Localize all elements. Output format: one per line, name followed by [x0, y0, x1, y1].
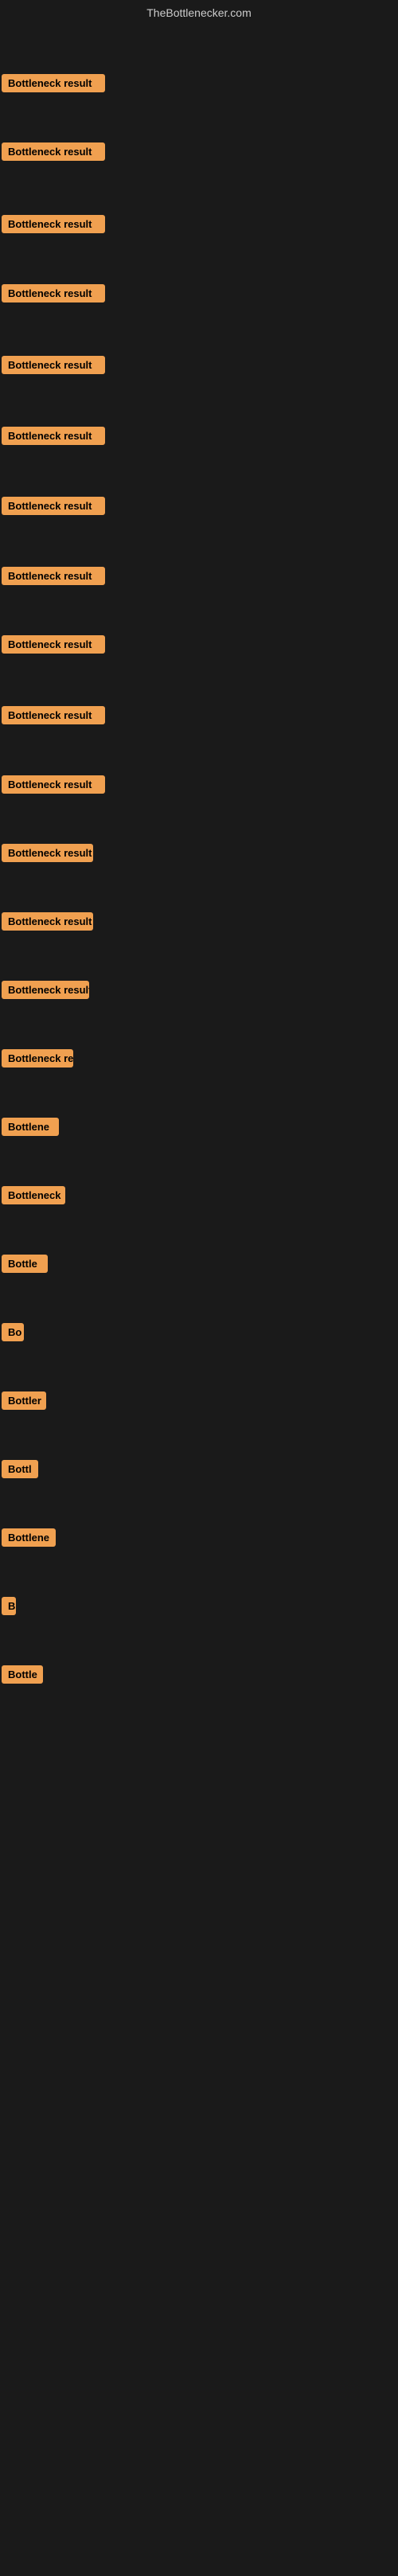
bottleneck-badge-22[interactable]: Bottlene — [2, 1528, 56, 1547]
result-section-5: Bottleneck result — [2, 356, 105, 378]
result-section-11: Bottleneck result — [2, 775, 105, 798]
bottleneck-badge-2[interactable]: Bottleneck result — [2, 142, 105, 161]
result-section-16: Bottlene — [2, 1118, 59, 1140]
bottleneck-badge-5[interactable]: Bottleneck result — [2, 356, 105, 374]
bottleneck-badge-24[interactable]: Bottle — [2, 1665, 43, 1684]
bottleneck-badge-10[interactable]: Bottleneck result — [2, 706, 105, 724]
bottleneck-badge-11[interactable]: Bottleneck result — [2, 775, 105, 794]
bottleneck-badge-15[interactable]: Bottleneck re — [2, 1049, 73, 1067]
bottleneck-badge-7[interactable]: Bottleneck result — [2, 497, 105, 515]
bottleneck-badge-16[interactable]: Bottlene — [2, 1118, 59, 1136]
bottleneck-badge-13[interactable]: Bottleneck result — [2, 912, 93, 931]
result-section-18: Bottle — [2, 1255, 48, 1277]
result-section-19: Bo — [2, 1323, 24, 1345]
result-section-1: Bottleneck result — [2, 74, 105, 96]
bottleneck-badge-9[interactable]: Bottleneck result — [2, 635, 105, 654]
bottleneck-badge-8[interactable]: Bottleneck result — [2, 567, 105, 585]
bottleneck-badge-12[interactable]: Bottleneck result — [2, 844, 93, 862]
bottleneck-badge-3[interactable]: Bottleneck result — [2, 215, 105, 233]
bottleneck-badge-21[interactable]: Bottl — [2, 1460, 38, 1478]
site-title: TheBottlenecker.com — [0, 0, 398, 29]
result-section-24: Bottle — [2, 1665, 43, 1688]
result-section-15: Bottleneck re — [2, 1049, 73, 1071]
result-section-12: Bottleneck result — [2, 844, 93, 866]
bottleneck-badge-23[interactable]: B — [2, 1597, 16, 1615]
bottleneck-badge-4[interactable]: Bottleneck result — [2, 284, 105, 302]
result-section-2: Bottleneck result — [2, 142, 105, 165]
result-section-4: Bottleneck result — [2, 284, 105, 306]
result-section-9: Bottleneck result — [2, 635, 105, 658]
result-section-14: Bottleneck result — [2, 981, 89, 1003]
result-section-21: Bottl — [2, 1460, 38, 1482]
result-section-13: Bottleneck result — [2, 912, 93, 935]
bottleneck-badge-14[interactable]: Bottleneck result — [2, 981, 89, 999]
bottleneck-badge-19[interactable]: Bo — [2, 1323, 24, 1341]
result-section-6: Bottleneck result — [2, 427, 105, 449]
bottleneck-badge-17[interactable]: Bottleneck — [2, 1186, 65, 1204]
result-section-10: Bottleneck result — [2, 706, 105, 728]
bottleneck-badge-20[interactable]: Bottler — [2, 1391, 46, 1410]
result-section-3: Bottleneck result — [2, 215, 105, 237]
bottleneck-badge-6[interactable]: Bottleneck result — [2, 427, 105, 445]
result-section-20: Bottler — [2, 1391, 46, 1414]
bottleneck-badge-1[interactable]: Bottleneck result — [2, 74, 105, 92]
bottleneck-badge-18[interactable]: Bottle — [2, 1255, 48, 1273]
result-section-8: Bottleneck result — [2, 567, 105, 589]
result-section-22: Bottlene — [2, 1528, 56, 1551]
result-section-17: Bottleneck — [2, 1186, 65, 1208]
result-section-23: B — [2, 1597, 16, 1619]
result-section-7: Bottleneck result — [2, 497, 105, 519]
